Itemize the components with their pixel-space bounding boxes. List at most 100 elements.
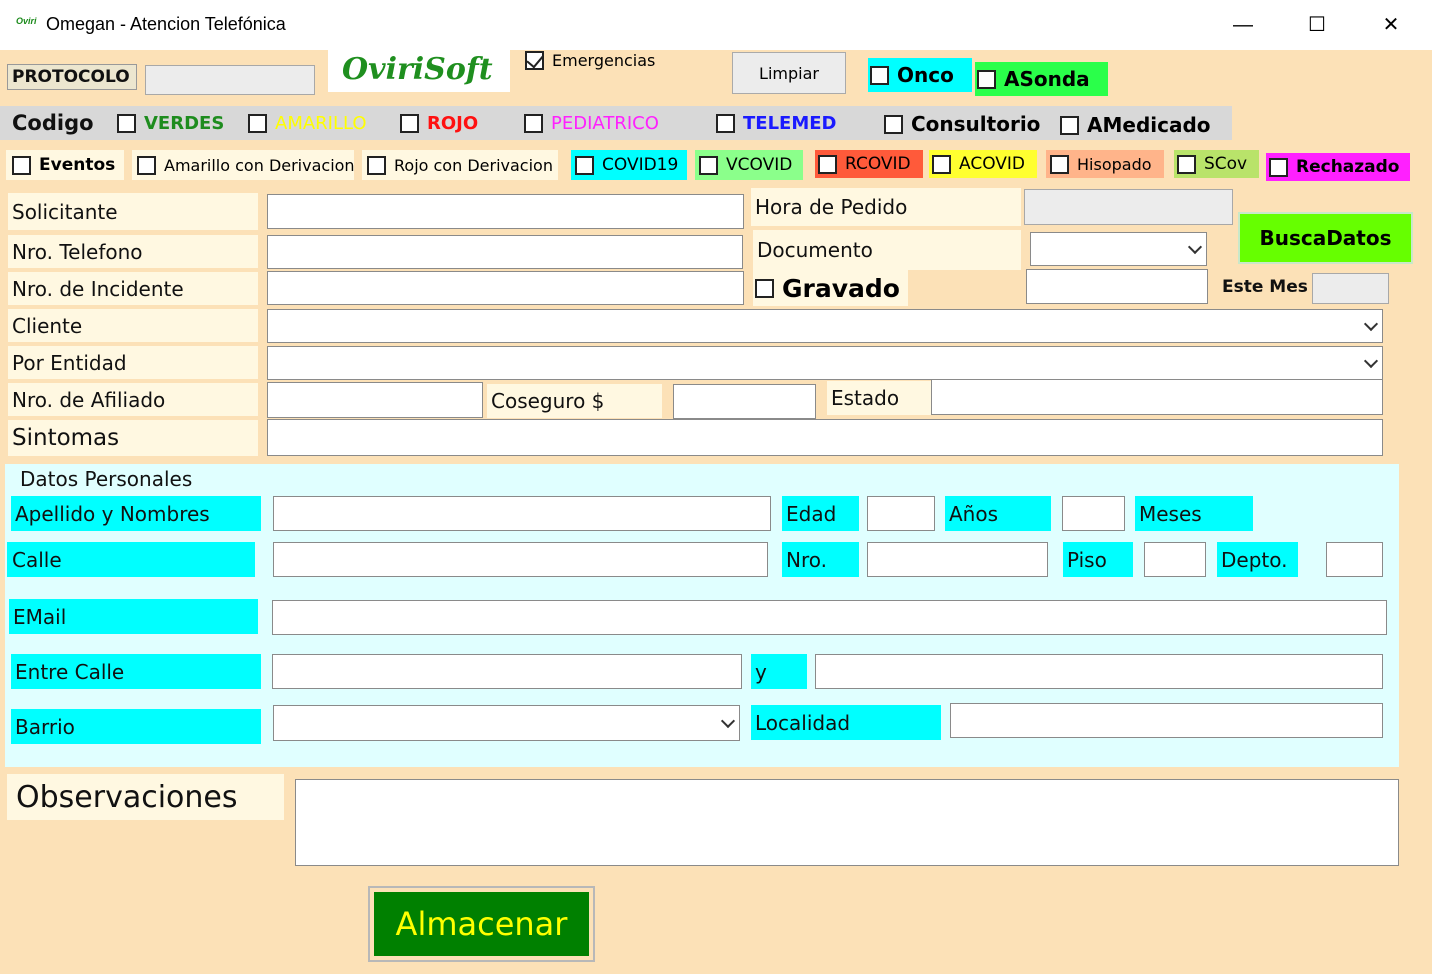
hora-pedido-input[interactable] [1024, 189, 1233, 225]
amarillo-derivacion-checkbox[interactable]: Amarillo con Derivacion [132, 150, 355, 180]
nro-input[interactable] [867, 542, 1048, 577]
vcovid-checkbox[interactable]: VCOVID [695, 150, 803, 180]
gravado-input[interactable] [1026, 269, 1208, 304]
acovid-checkbox[interactable]: ACOVID [929, 150, 1037, 178]
verdes-check-icon[interactable] [117, 114, 136, 133]
piso-input[interactable] [1144, 542, 1206, 577]
rcovid-label: RCOVID [845, 154, 911, 174]
hisopado-check-icon[interactable] [1050, 154, 1069, 174]
pediatrico-check-icon[interactable] [524, 114, 543, 133]
rcovid-checkbox[interactable]: RCOVID [815, 150, 923, 178]
limpiar-button[interactable]: Limpiar [732, 52, 846, 94]
emergencias-label: Emergencias [552, 51, 656, 70]
apellido-input[interactable] [273, 496, 771, 531]
amarillo-derivacion-check-icon[interactable] [137, 155, 156, 175]
gravado-check-icon[interactable] [755, 278, 774, 298]
observaciones-textarea[interactable] [295, 779, 1399, 866]
rojo-derivacion-checkbox[interactable]: Rojo con Derivacion [362, 150, 558, 180]
asonda-checkbox[interactable]: ASonda [975, 62, 1108, 96]
rechazado-checkbox[interactable]: Rechazado [1266, 153, 1410, 181]
chevron-down-icon [1363, 316, 1379, 332]
nro-afiliado-label: Nro. de Afiliado [8, 383, 258, 416]
edad-input[interactable] [867, 496, 935, 531]
close-button[interactable]: ✕ [1368, 6, 1414, 44]
estado-input[interactable] [931, 379, 1383, 415]
amarillo-checkbox[interactable]: AMARILLO [248, 113, 367, 134]
nro-telefono-input[interactable] [267, 235, 743, 269]
buscadatos-button[interactable]: BuscaDatos [1238, 212, 1413, 264]
rojo-check-icon[interactable] [400, 114, 419, 133]
gravado-label: Gravado [782, 273, 900, 303]
documento-label: Documento [753, 230, 1021, 270]
emergencias-check-icon[interactable] [525, 50, 544, 70]
y-label: y [751, 654, 807, 689]
rcovid-check-icon[interactable] [818, 154, 837, 174]
eventos-label: Eventos [39, 155, 116, 175]
apellido-label: Apellido y Nombres [11, 496, 261, 531]
coseguro-input[interactable] [673, 384, 816, 419]
nro-afiliado-input[interactable] [267, 382, 483, 418]
onco-checkbox[interactable]: Onco [868, 58, 972, 92]
por-entidad-label: Por Entidad [8, 346, 258, 379]
amedicado-check-icon[interactable] [1060, 115, 1079, 135]
hisopado-checkbox[interactable]: Hisopado [1046, 150, 1164, 178]
este-mes-input[interactable] [1312, 273, 1389, 304]
hisopado-label: Hisopado [1077, 154, 1152, 174]
calle-input[interactable] [273, 542, 768, 577]
consultorio-check-icon[interactable] [884, 114, 903, 134]
piso-label: Piso [1063, 542, 1133, 577]
email-input[interactable] [272, 600, 1387, 635]
chevron-down-icon [1363, 353, 1379, 369]
gravado-checkbox[interactable]: Gravado [753, 270, 908, 306]
logo-text: OviriSoft [342, 52, 493, 87]
este-mes-label: Este Mes [1222, 277, 1308, 297]
acovid-label: ACOVID [959, 154, 1026, 174]
solicitante-label: Solicitante [8, 193, 258, 230]
scov-checkbox[interactable]: SCov [1174, 150, 1259, 178]
datos-personales-title: Datos Personales [20, 467, 193, 491]
rechazado-check-icon[interactable] [1269, 157, 1288, 177]
coseguro-label: Coseguro $ [487, 384, 662, 418]
observaciones-label: Observaciones [7, 774, 284, 820]
solicitante-input[interactable] [267, 194, 744, 229]
calle-label: Calle [7, 542, 255, 577]
documento-select[interactable] [1030, 232, 1207, 266]
meses-input[interactable] [1062, 496, 1125, 531]
amedicado-checkbox[interactable]: AMedicado [1060, 113, 1211, 137]
por-entidad-select[interactable] [267, 346, 1383, 380]
telemed-checkbox[interactable]: TELEMED [716, 113, 837, 134]
pediatrico-label: PEDIATRICO [551, 113, 659, 134]
sintomas-input[interactable] [267, 419, 1383, 456]
verdes-checkbox[interactable]: VERDES [117, 113, 224, 134]
protocolo-input[interactable] [145, 65, 315, 95]
vcovid-check-icon[interactable] [699, 155, 718, 175]
maximize-button[interactable]: ☐ [1294, 6, 1340, 44]
covid19-check-icon[interactable] [575, 155, 594, 175]
acovid-check-icon[interactable] [932, 154, 951, 174]
y-calle-input[interactable] [815, 654, 1383, 689]
minimize-button[interactable]: — [1220, 6, 1266, 44]
amarillo-check-icon[interactable] [248, 114, 267, 133]
rojo-derivacion-check-icon[interactable] [367, 155, 386, 175]
asonda-check-icon[interactable] [977, 69, 996, 89]
barrio-select[interactable] [273, 705, 740, 741]
telemed-check-icon[interactable] [716, 114, 735, 133]
cliente-select[interactable] [267, 309, 1383, 343]
depto-input[interactable] [1326, 542, 1383, 577]
nro-incidente-input[interactable] [267, 271, 744, 305]
emergencias-checkbox[interactable]: Emergencias [525, 50, 656, 70]
onco-check-icon[interactable] [870, 65, 889, 85]
scov-check-icon[interactable] [1177, 154, 1196, 174]
eventos-checkbox[interactable]: Eventos [6, 150, 124, 180]
covid19-checkbox[interactable]: COVID19 [571, 150, 687, 180]
localidad-input[interactable] [950, 703, 1383, 738]
app-icon: Oviri [16, 16, 37, 26]
eventos-check-icon[interactable] [12, 155, 31, 175]
consultorio-checkbox[interactable]: Consultorio [884, 112, 1040, 136]
rojo-checkbox[interactable]: ROJO [400, 113, 478, 134]
entre-calle-input[interactable] [272, 654, 742, 689]
depto-label: Depto. [1217, 542, 1298, 577]
almacenar-button-frame: Almacenar [368, 886, 595, 962]
pediatrico-checkbox[interactable]: PEDIATRICO [524, 113, 659, 134]
almacenar-button[interactable]: Almacenar [374, 892, 589, 956]
